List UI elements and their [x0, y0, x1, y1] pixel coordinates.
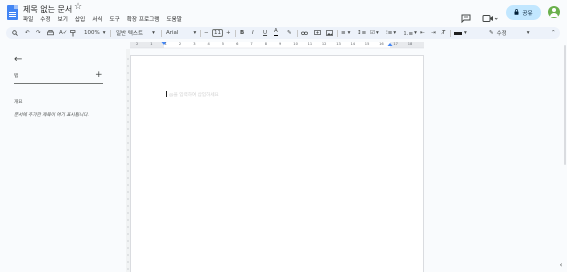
decrease-indent-icon[interactable]: ⇤	[420, 27, 425, 39]
checklist-icon[interactable]: ☑ ▾	[370, 27, 379, 39]
insert-image-icon[interactable]	[326, 27, 333, 39]
document-placeholder[interactable]: @을 입력하여 삽입하세요	[169, 92, 219, 98]
menu-format[interactable]: 서식	[92, 15, 102, 23]
print-icon[interactable]	[47, 27, 54, 39]
ruler-tick-label: 10	[293, 42, 298, 46]
menu-edit[interactable]: 수정	[40, 15, 50, 23]
zoom-value: 100%	[84, 30, 100, 36]
avatar[interactable]	[548, 6, 560, 18]
ruler-tick-label: 11	[307, 42, 313, 46]
underline-icon[interactable]: U	[263, 27, 267, 39]
add-comment-icon[interactable]	[314, 27, 321, 39]
chevron-down-icon: ▾	[152, 30, 155, 36]
comment-history-icon[interactable]	[461, 8, 471, 24]
toolbar-divider	[450, 30, 451, 37]
menu-file[interactable]: 파일	[23, 15, 33, 23]
add-tab-button[interactable]: +	[95, 70, 103, 80]
collapse-menus-icon[interactable]: ⌃	[551, 27, 556, 39]
pencil-icon: ✎	[489, 30, 494, 36]
bulleted-list-icon[interactable]: ⁝≡ ▾	[386, 27, 396, 39]
scrollbar-thumb[interactable]	[564, 45, 566, 165]
edit-mode-label: 수정	[496, 31, 507, 37]
edit-mode-select[interactable]: ✎ 수정 ▾	[489, 27, 530, 39]
document-title[interactable]: 제목 없는 문서	[23, 4, 72, 15]
style-value: 일반 텍스트	[116, 31, 144, 37]
zoom-select[interactable]: 100% ▾	[84, 27, 106, 39]
increase-indent-icon[interactable]: ⇥	[431, 27, 436, 39]
ruler-tick-label: 2	[178, 42, 182, 46]
font-size-input[interactable]: 11	[212, 29, 223, 37]
paint-format-icon[interactable]	[70, 27, 76, 39]
ruler-tick-label: 16	[379, 42, 384, 46]
meet-icon[interactable]	[482, 8, 498, 22]
back-arrow-icon[interactable]: ←	[14, 54, 22, 65]
document-page[interactable]	[130, 55, 424, 272]
clear-formatting-icon[interactable]: T̸	[442, 27, 445, 39]
chevron-down-icon: ▾	[102, 30, 106, 36]
ruler-tick-label: 9	[279, 42, 282, 46]
menu-extensions[interactable]: 확장 프로그램	[127, 15, 160, 23]
share-label: 공유	[522, 10, 533, 17]
chevron-down-icon: ▾	[526, 30, 530, 36]
horizontal-ruler[interactable]: 2 1 1 2 3 4 5 6 7 8 9 10 11 12 13 14 15 16 17 18	[130, 41, 424, 49]
toolbar-divider	[297, 30, 298, 37]
menu-insert[interactable]: 삽입	[75, 15, 85, 23]
menu-bar: 파일 수정 보기 삽입 서식 도구 확장 프로그램 도움말	[23, 15, 189, 23]
title-bar: 제목 없는 문서 ☆ 파일 수정 보기 삽입 서식 도구 확장 프로그램 도움말…	[0, 0, 567, 27]
ruler-tick-label: 14	[350, 42, 356, 46]
toolbar-divider	[110, 30, 111, 37]
decrease-font-size-icon[interactable]: −	[204, 27, 209, 39]
toolbar-divider	[235, 30, 236, 37]
line-spacing-icon[interactable]: ↕≡	[357, 27, 366, 39]
ruler-tick-label: 5	[221, 42, 225, 46]
ruler-tick-label: 8	[264, 42, 267, 46]
menu-help[interactable]: 도움말	[166, 15, 181, 23]
outline-heading: 개요	[14, 100, 23, 105]
increase-font-size-icon[interactable]: +	[226, 27, 231, 39]
ruler-tick-label: 12	[321, 42, 327, 46]
star-icon[interactable]: ☆	[74, 3, 82, 12]
bold-icon[interactable]: B	[240, 27, 244, 39]
lock-icon	[514, 8, 519, 17]
undo-icon[interactable]: ↶	[25, 27, 30, 39]
spellcheck-icon[interactable]: A✓	[59, 27, 67, 39]
ruler-tick-label: 3	[193, 42, 196, 46]
tab-divider	[14, 83, 103, 84]
ruler-tick-label: 13	[336, 42, 341, 46]
font-select[interactable]: Arial ▾	[166, 27, 196, 39]
toolbar-divider	[161, 30, 162, 37]
align-icon[interactable]: ≡ ▾	[341, 27, 350, 39]
ruler-tick-label: 2	[136, 42, 139, 46]
toolbar-divider	[200, 30, 201, 37]
ruler-tick-label: 1	[150, 42, 153, 46]
border-style-icon[interactable]: ▾	[454, 27, 467, 39]
ruler-tick-label: 1	[164, 42, 167, 46]
ruler-tick-label: 17	[393, 42, 398, 46]
font-value: Arial	[166, 30, 179, 36]
tabs-heading: 탭	[14, 74, 19, 79]
text-cursor	[166, 91, 167, 97]
chevron-down-icon: ▾	[193, 30, 197, 36]
redo-icon[interactable]: ↷	[36, 27, 41, 39]
menu-tools[interactable]: 도구	[109, 15, 119, 23]
text-color-icon[interactable]: A	[274, 27, 278, 36]
toolbar-divider	[337, 30, 338, 37]
ruler-tick-label: 15	[364, 42, 370, 46]
toolbar: ↶ ↷ A✓ 100% ▾ 일반 텍스트 ▾ Arial ▾ − 11 + B …	[6, 27, 560, 39]
ruler-tick-label: 4	[207, 42, 210, 46]
style-select[interactable]: 일반 텍스트 ▾	[116, 27, 155, 39]
ruler-tick-label: 6	[236, 42, 239, 46]
docs-logo-icon[interactable]	[7, 5, 18, 20]
search-menus-icon[interactable]	[12, 27, 18, 39]
explore-icon[interactable]: ‹	[556, 260, 566, 270]
share-button[interactable]: 공유	[506, 5, 541, 20]
insert-link-icon[interactable]	[301, 27, 308, 39]
italic-icon[interactable]: I	[252, 27, 254, 39]
outline-empty-hint: 문서에 추가한 제목이 여기 표시됩니다.	[14, 113, 89, 118]
highlight-color-icon[interactable]: ✎	[287, 27, 292, 39]
ruler-tick-label: 18	[407, 42, 413, 46]
numbered-list-icon[interactable]: ⒈≡ ▾	[403, 27, 417, 39]
ruler-tick-label: 7	[250, 42, 253, 46]
menu-view[interactable]: 보기	[58, 15, 68, 23]
